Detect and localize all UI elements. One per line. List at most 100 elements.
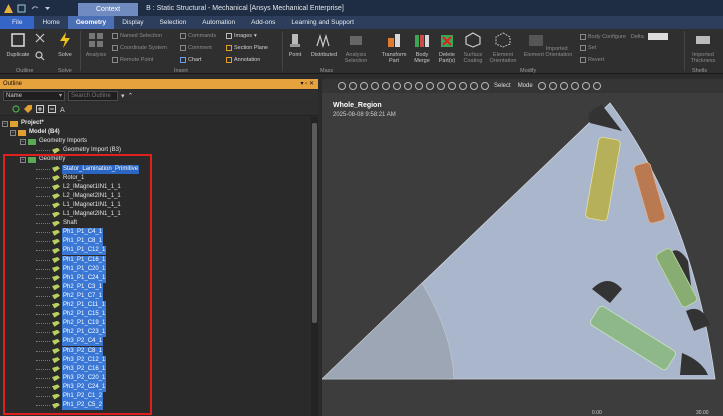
select-body-icon[interactable] (570, 82, 579, 90)
transform-part-button[interactable]: Transform Part (378, 32, 410, 64)
tab-display[interactable]: Display (114, 16, 151, 29)
tree-node[interactable]: Ph2_P1_C15_1 (36, 310, 107, 320)
tree-node[interactable]: Ph2_P1_C3_1 (36, 282, 104, 292)
tab-add-ons[interactable]: Add-ons (243, 16, 283, 29)
coordinate-system-button[interactable]: Coordinate System (112, 45, 167, 51)
tab-geometry[interactable]: Geometry (67, 16, 115, 29)
collapse-all-icon[interactable] (48, 105, 56, 113)
sort-icon[interactable]: A (60, 105, 68, 114)
tree-node[interactable]: Ph1_P1_C20_1 (36, 264, 107, 274)
tree-node[interactable]: Ph3_P2_C8_1 (36, 346, 104, 356)
tree-node[interactable]: Stator_Lamination_Primitive (36, 164, 140, 174)
analysis-button[interactable]: Analysis (82, 32, 110, 58)
tree-node[interactable]: − Geometry Imports (20, 137, 88, 146)
solve-button[interactable]: Solve (52, 32, 78, 58)
tab-home[interactable]: Home (34, 16, 67, 29)
select-vertex-icon[interactable] (537, 82, 546, 90)
delta-input[interactable] (647, 33, 668, 40)
extend-selection-icon[interactable] (581, 82, 590, 90)
tree-node[interactable]: Ph2_P1_C11_1 (36, 301, 106, 310)
tab-selection[interactable]: Selection (152, 16, 195, 29)
magnifier-icon[interactable] (448, 82, 456, 90)
tree-node[interactable]: − Model (B4) (10, 128, 61, 137)
undo-icon[interactable] (30, 4, 39, 13)
tree-node[interactable]: Ph1_P1_C8_1 (36, 237, 104, 247)
annotation-button[interactable]: Annotation (226, 57, 260, 63)
tree-node[interactable]: Shaft (36, 219, 78, 228)
tree-node[interactable]: Ph2_P1_C19_1 (36, 319, 107, 329)
tab-automation[interactable]: Automation (194, 16, 243, 29)
tree-node[interactable]: Ph1_P1_C12_1 (36, 246, 107, 256)
zoom-in-icon[interactable] (415, 82, 423, 90)
section-plane-button[interactable]: Section Plane (226, 45, 268, 51)
surface-coating-button[interactable]: Surface Coating (460, 32, 486, 64)
tree-node[interactable]: L1_IMagnet1IN1_1_1 (36, 201, 122, 210)
previous-view-icon[interactable] (459, 82, 467, 90)
collapse-toggle-icon[interactable]: − (10, 129, 16, 136)
tree-node[interactable]: Ph2_P1_C23_1 (36, 328, 107, 338)
collapse-toggle-icon[interactable]: − (20, 138, 26, 145)
tree-node[interactable]: Ph1_P1_C24_1 (36, 273, 107, 283)
tab-file[interactable]: File (0, 16, 35, 29)
panel-controls-icon[interactable]: ▾ ▫ ✕ (301, 79, 315, 89)
pan-icon[interactable] (404, 82, 412, 90)
refresh-icon[interactable] (12, 105, 20, 113)
cursor-icon[interactable] (481, 82, 489, 90)
tree-node[interactable]: Ph1_P1_C4_1 (36, 228, 104, 238)
tree-node[interactable]: L2_IMagnet1IN1_1_1 (36, 183, 122, 192)
graphics-viewport[interactable]: Select Mode Whole_Region 2025-08-08 9:58… (322, 79, 723, 416)
collapse-toggle-icon[interactable]: − (2, 120, 8, 127)
select-edge-icon[interactable] (548, 82, 557, 90)
tab-learning-and-support[interactable]: Learning and Support (283, 16, 362, 29)
tree-node[interactable]: − Geometry (20, 155, 66, 164)
select-face-icon[interactable] (559, 82, 568, 90)
search-options-icon[interactable]: ▾ (121, 92, 125, 100)
wireframe-icon[interactable] (382, 82, 390, 90)
images-dropdown[interactable]: Images ▾ (226, 33, 257, 39)
close-icon[interactable] (34, 33, 46, 45)
outline-search-input[interactable]: Search Outline (68, 91, 118, 101)
analysis-selection-button[interactable]: Analysis Selection (342, 32, 370, 64)
set-button[interactable]: Set (580, 45, 596, 51)
tree-node[interactable]: Ph1_P1_C16_1 (36, 255, 107, 265)
tree-node[interactable]: Ph3_P2_C24_1 (36, 382, 107, 392)
zoom-to-fit-icon[interactable] (437, 82, 445, 90)
element-orientation-button[interactable]: Element Orientation (486, 32, 520, 64)
tree-node[interactable]: Ph1_P2_C1_2 (36, 392, 104, 401)
shaded-view-icon[interactable] (371, 82, 379, 90)
tag-icon[interactable] (24, 105, 32, 113)
search-icon[interactable] (34, 51, 46, 63)
body-configure-button[interactable]: Body Configure Delta (580, 33, 668, 40)
revert-button[interactable]: Revert (580, 57, 604, 63)
save-icon[interactable] (17, 4, 26, 13)
iso-view-icon[interactable] (360, 82, 368, 90)
next-view-icon[interactable] (470, 82, 478, 90)
named-selection-button[interactable]: Named Selection (112, 33, 162, 39)
tree-node[interactable]: − Project* (2, 119, 45, 128)
chevron-up-icon[interactable]: ⌃ (128, 92, 134, 100)
delete-parts-button[interactable]: Delete Part(s) (434, 32, 460, 64)
zoom-fit-icon[interactable] (338, 82, 346, 90)
scrollbar-thumb[interactable] (312, 123, 317, 323)
mode-dropdown[interactable]: Mode (518, 83, 533, 89)
duplicate-button[interactable]: Duplicate (4, 32, 32, 58)
tree-node[interactable]: Ph3_P2_C16_1 (36, 364, 107, 374)
zoom-box-icon[interactable] (349, 82, 357, 90)
select-all-icon[interactable] (592, 82, 601, 90)
tree-node[interactable]: L1_IMagnet2IN1_1_1 (36, 210, 122, 219)
imported-element-orientation-button[interactable]: Imported Element Orientation (520, 32, 576, 58)
distributed-mass-button[interactable]: Distributed (308, 32, 340, 58)
point-mass-button[interactable]: Point (284, 32, 306, 58)
outline-filter-select[interactable]: Name (3, 91, 65, 101)
tree-node[interactable]: Ph3_P2_C12_1 (36, 355, 107, 365)
rotate-icon[interactable] (393, 82, 401, 90)
tree-node[interactable]: Rotor_1 (36, 174, 85, 183)
comment-button[interactable]: Comment (180, 45, 212, 51)
zoom-out-icon[interactable] (426, 82, 434, 90)
body-merge-button[interactable]: Body Merge (410, 32, 434, 64)
outline-scrollbar[interactable] (311, 117, 318, 416)
tree-node[interactable]: Geometry Import (B3) (36, 146, 122, 155)
commands-button[interactable]: Commands (180, 33, 216, 39)
remote-point-button[interactable]: Remote Point (112, 57, 153, 63)
tree-node[interactable]: Ph3_P2_C20_1 (36, 373, 107, 383)
